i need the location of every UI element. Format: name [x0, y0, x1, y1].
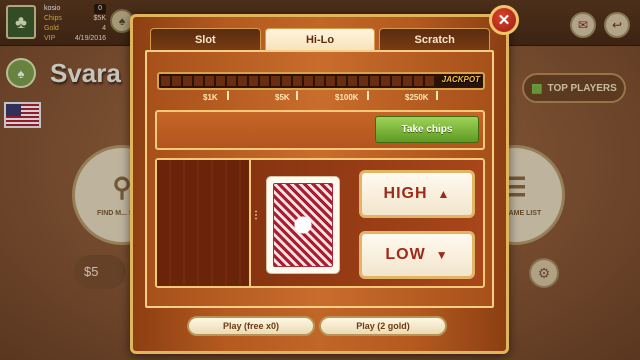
scale-100k: $100K [335, 93, 359, 102]
scale-1k: $1K [203, 93, 218, 102]
low-label: LOW [385, 246, 426, 263]
scale-tick [367, 91, 369, 100]
scale-tick [436, 91, 438, 100]
high-button[interactable]: HIGH ▲ [359, 170, 475, 218]
scale-5k: $5K [275, 93, 290, 102]
scale-250k: $250K [405, 93, 429, 102]
tab-scratch[interactable]: Scratch [379, 28, 491, 50]
scale-tick [296, 91, 298, 100]
play-gold-button[interactable]: Play (2 gold) [319, 316, 447, 336]
pane-divider-handle: ⋮ [251, 210, 261, 221]
tab-slot[interactable]: Slot [150, 28, 261, 50]
close-button[interactable]: ✕ [489, 5, 519, 35]
chevron-down-icon: ▼ [435, 248, 449, 262]
playing-card [266, 176, 340, 274]
low-button[interactable]: LOW ▼ [359, 231, 475, 279]
tab-hi-lo[interactable]: Hi-Lo [264, 28, 376, 50]
take-chips-button[interactable]: Take chips [375, 116, 479, 143]
jackpot-label: JACKPOT [441, 75, 480, 84]
history-slot [157, 160, 251, 286]
jackpot-cells [161, 76, 435, 86]
close-icon: ✕ [497, 12, 511, 29]
chevron-up-icon: ▲ [437, 187, 451, 201]
card-back [273, 183, 333, 267]
play-free-button[interactable]: Play (free x0) [187, 316, 315, 336]
high-label: HIGH [383, 185, 428, 202]
tab-bar: Slot Hi-Lo Scratch [148, 28, 492, 50]
scale-tick [227, 91, 229, 100]
jackpot-progress-bar: JACKPOT [157, 72, 485, 90]
